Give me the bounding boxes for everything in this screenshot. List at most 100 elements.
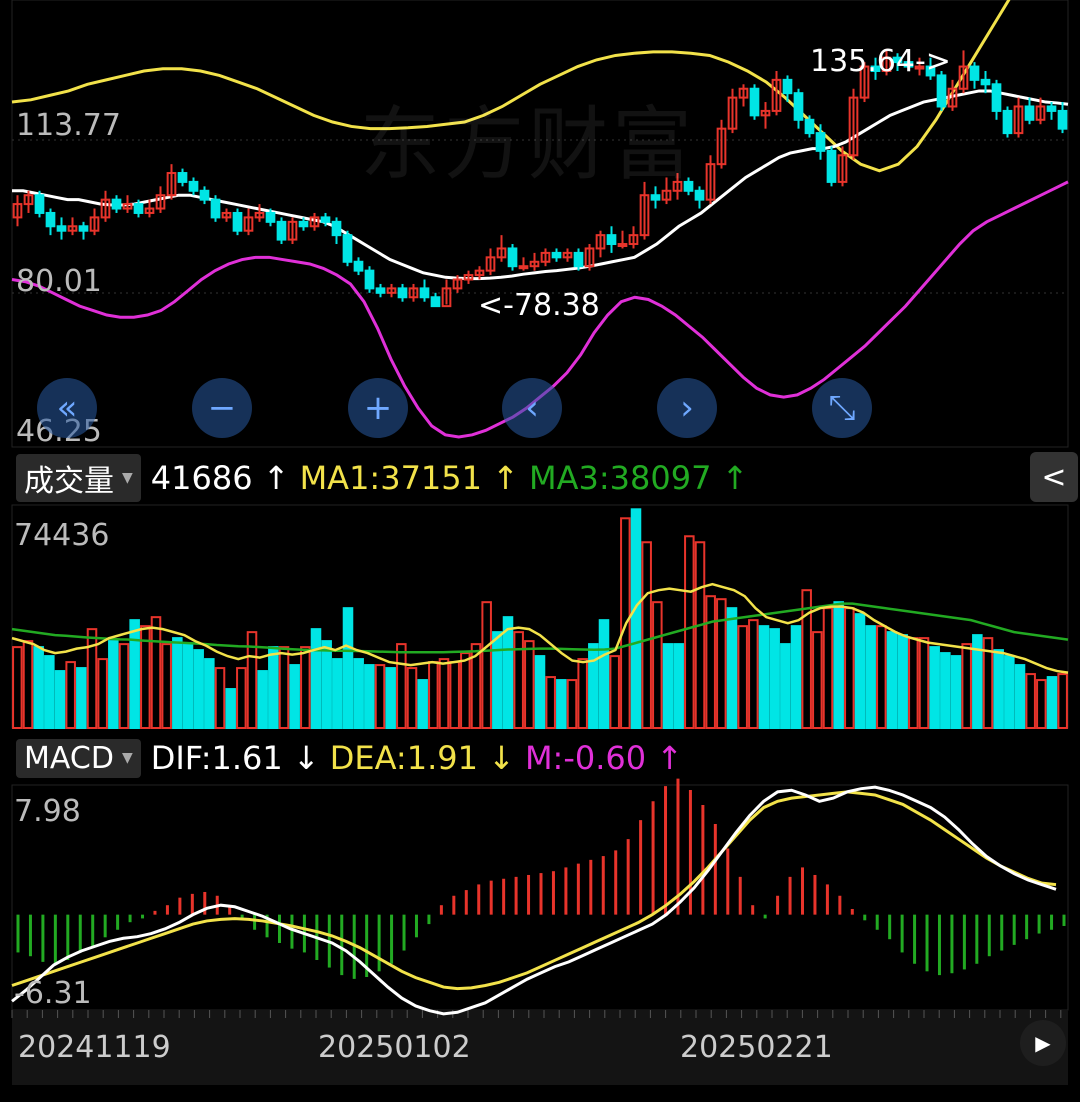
caret-down-icon: ▼ — [122, 470, 133, 486]
minus-icon: − — [207, 388, 237, 428]
scroll-right-button[interactable]: › — [657, 378, 717, 438]
collapse-side-panel-button[interactable]: < — [1030, 452, 1078, 502]
volume-bar — [502, 616, 514, 729]
macd-axis-bottom: -6.31 — [14, 976, 92, 1011]
volume-bar — [118, 643, 130, 729]
volume-bar — [833, 601, 844, 729]
macd-selector-label: MACD — [24, 740, 114, 776]
volume-bar — [908, 637, 919, 730]
watermark: 东方财富 — [360, 98, 696, 191]
candle-body — [188, 180, 199, 192]
volume-ma3: MA3:38097 ↑ — [528, 459, 749, 497]
macd-dea: DEA:1.91 ↓ — [329, 739, 515, 777]
volume-bar — [854, 613, 866, 729]
volume-selector-label: 成交量 — [24, 464, 114, 499]
candle-body — [551, 251, 562, 259]
volume-bar — [716, 598, 727, 729]
double-chevron-left-icon: « — [56, 388, 78, 428]
candle-body — [617, 243, 628, 248]
candle-body — [78, 225, 89, 232]
volume-bar — [897, 634, 908, 730]
volume-bar — [993, 649, 1004, 730]
volume-bar — [236, 667, 247, 730]
volume-bar — [940, 652, 951, 730]
volume-bar — [1014, 664, 1026, 730]
volume-bar — [1004, 655, 1015, 729]
price-axis-top: 113.77 — [16, 108, 121, 143]
candle-body — [375, 287, 386, 294]
volume-bar — [641, 541, 652, 729]
play-button[interactable]: ▶ — [1020, 1020, 1066, 1066]
volume-bar — [182, 643, 194, 729]
volume-bar — [438, 658, 450, 729]
volume-bar — [812, 631, 823, 729]
candle-body — [782, 78, 793, 95]
candle-body — [936, 74, 947, 108]
volume-bar — [662, 643, 674, 729]
volume-bar — [150, 616, 162, 729]
volume-bar — [769, 628, 780, 729]
candle-body — [606, 234, 617, 246]
volume-bar — [524, 640, 535, 729]
candle-body — [56, 225, 67, 232]
volume-bar — [822, 607, 834, 730]
volume-bar — [76, 667, 87, 730]
volume-bar — [886, 631, 898, 729]
caret-down-icon: ▼ — [121, 750, 133, 766]
macd-indicator-selector[interactable]: MACD ▼ — [16, 738, 141, 778]
volume-bar — [12, 646, 23, 729]
low-price-annotation: <-78.38 — [478, 288, 600, 323]
volume-bar — [321, 640, 332, 729]
volume-bar — [556, 679, 567, 730]
volume-bar — [876, 625, 887, 729]
candle-body — [265, 211, 276, 223]
volume-bar — [332, 658, 343, 729]
plus-icon: + — [363, 388, 393, 428]
candle-body — [969, 65, 980, 81]
volume-bar — [193, 649, 204, 730]
volume-bar — [385, 667, 396, 730]
macd-dif: DIF:1.61 ↓ — [150, 739, 320, 777]
volume-bar — [1025, 673, 1036, 729]
volume-bar — [289, 664, 300, 730]
volume-bar — [790, 625, 802, 729]
candle-body — [353, 260, 364, 272]
volume-bar — [406, 667, 418, 730]
scroll-to-start-button[interactable]: « — [37, 378, 97, 438]
date-label-3: 20250221 — [680, 1030, 833, 1065]
volume-bar — [652, 601, 663, 729]
candle-body — [980, 78, 991, 86]
volume-bar — [417, 679, 428, 730]
volume-bar — [1036, 679, 1047, 730]
candle-body — [991, 83, 1002, 112]
volume-bar — [588, 643, 599, 729]
scroll-left-button[interactable]: ‹ — [502, 378, 562, 438]
volume-indicator-selector[interactable]: 成交量 ▼ — [16, 454, 141, 502]
volume-bar — [310, 628, 322, 729]
volume-bar — [449, 661, 460, 729]
zoom-out-button[interactable]: − — [192, 378, 252, 438]
volume-bar — [513, 631, 524, 729]
macd-legend: MACD ▼ DIF:1.61 ↓ DEA:1.91 ↓ M:-0.60 ↑ — [16, 738, 683, 778]
candle-body — [133, 203, 144, 214]
volume-bar — [1046, 676, 1058, 729]
volume-bar — [364, 664, 375, 730]
volume-ma1: MA1:37151 ↑ — [299, 459, 519, 497]
volume-bar — [961, 643, 972, 729]
fullscreen-button[interactable]: ⤡ — [812, 378, 872, 438]
candle-body — [749, 87, 760, 117]
candle-body — [1057, 109, 1068, 130]
volume-bar — [257, 670, 268, 729]
volume-bar — [844, 607, 855, 730]
chevron-left-icon: < — [1041, 459, 1067, 495]
volume-bar — [609, 655, 620, 729]
zoom-in-button[interactable]: + — [348, 378, 408, 438]
volume-bar — [374, 664, 386, 730]
volume-bar — [865, 625, 876, 729]
macd-dea-line — [11, 790, 1057, 991]
date-label-2: 20250102 — [318, 1030, 471, 1065]
volume-bar — [737, 625, 748, 729]
volume-bar — [748, 619, 759, 730]
macd-m: M:-0.60 ↑ — [524, 739, 684, 777]
volume-axis-top: 74436 — [14, 518, 110, 553]
